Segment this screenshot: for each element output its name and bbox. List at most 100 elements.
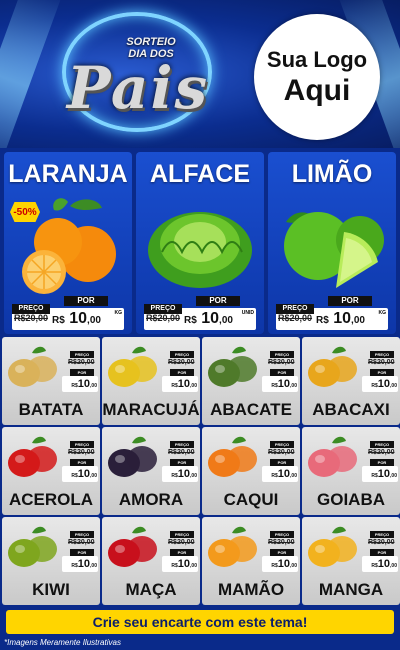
price-tag: R$20,00 R$ 10,00 KG PREÇO POR xyxy=(12,296,124,330)
product-name: KIWI xyxy=(32,580,70,599)
header-banner: SORTEIO DIA DOS Pais Sua Logo Aqui xyxy=(0,0,400,148)
price-integer: 10 xyxy=(77,558,91,570)
old-price: R$20,00 xyxy=(146,313,181,323)
price-decimal: ,00 xyxy=(90,473,97,479)
old-price: R$20,00 xyxy=(268,449,294,456)
current-price: R$10,00 xyxy=(162,556,198,572)
old-price-value: 20,00 xyxy=(376,359,395,366)
old-price: R$20,00 xyxy=(168,539,194,546)
currency-label: R$ xyxy=(168,359,177,366)
price-integer: 10 xyxy=(177,558,191,570)
price-tag: PREÇO R$20,00 POR R$10,00 xyxy=(362,441,398,487)
current-price: R$10,00 xyxy=(262,556,298,572)
avocado-icon xyxy=(208,346,257,387)
price-tag: PREÇO R$20,00 POR R$10,00 xyxy=(262,441,298,487)
product-name: BATATA xyxy=(18,400,84,419)
product-card[interactable]: PREÇO R$20,00 POR R$10,00 MANGA xyxy=(302,517,400,605)
por-label: POR xyxy=(370,549,394,556)
kiwi-icon xyxy=(8,526,57,567)
pineapple-icon xyxy=(308,346,357,387)
price-unit: KG xyxy=(378,310,387,316)
price-decimal: ,00 xyxy=(390,473,397,479)
preco-label: PREÇO xyxy=(370,441,394,448)
price-integer: 10 xyxy=(277,558,291,570)
price-tag: R$20,00 R$ 10,00 KG PREÇO POR xyxy=(276,296,388,330)
currency-label: R$ xyxy=(184,315,197,326)
product-card[interactable]: PREÇO R$20,00 POR R$10,00 MARACUJÁ xyxy=(102,337,200,425)
old-price-value: 20,00 xyxy=(376,449,395,456)
preco-label: PREÇO xyxy=(270,531,294,538)
product-name: MAMÃO xyxy=(217,580,285,599)
price-tag: PREÇO R$20,00 POR R$10,00 xyxy=(262,531,298,577)
preco-label: PREÇO xyxy=(12,304,50,314)
featured-card-limao[interactable]: LIMÃO R$20,00 R$ 10,00 KG PREÇO POR xyxy=(268,152,396,334)
price-decimal: ,00 xyxy=(390,383,397,389)
product-name: MANGA xyxy=(318,580,384,599)
guava-icon xyxy=(308,436,357,477)
price-unit: UNID xyxy=(241,310,254,316)
price-integer: 10 xyxy=(377,558,391,570)
product-card[interactable]: PREÇO R$20,00 POR R$10,00 KIWI xyxy=(2,517,100,605)
product-card[interactable]: PREÇO R$20,00 POR R$10,00 MAMÃO xyxy=(202,517,300,605)
current-price: R$10,00 xyxy=(62,556,98,572)
product-name: AMORA xyxy=(118,490,184,509)
logo-line1: Sua Logo xyxy=(266,47,368,72)
price-integer: 10 xyxy=(333,310,352,327)
cta-button[interactable]: Crie seu encarte com este tema! xyxy=(6,610,394,634)
por-label: POR xyxy=(170,369,194,376)
current-price: R$10,00 xyxy=(162,466,198,482)
product-card[interactable]: PREÇO R$20,00 POR R$10,00 CAQUI xyxy=(202,427,300,515)
promo-logo: SORTEIO DIA DOS Pais xyxy=(10,8,240,140)
product-name: GOIABA xyxy=(317,490,385,509)
currency-label: R$ xyxy=(368,359,377,366)
price-decimal: ,00 xyxy=(87,315,101,326)
currency-label: R$ xyxy=(368,449,377,456)
price-decimal: ,00 xyxy=(190,473,197,479)
current-price: R$10,00 xyxy=(362,466,398,482)
old-price: R$20,00 xyxy=(168,359,194,366)
por-label: POR xyxy=(370,369,394,376)
product-card[interactable]: PREÇO R$20,00 POR R$10,00 BATATA xyxy=(2,337,100,425)
old-price-value: 20,00 xyxy=(176,539,195,546)
price-decimal: ,00 xyxy=(90,383,97,389)
old-price-value: 20,00 xyxy=(76,539,95,546)
product-card[interactable]: PREÇO R$20,00 POR R$10,00 ABACATE xyxy=(202,337,300,425)
product-name: CAQUI xyxy=(223,490,279,509)
por-label: POR xyxy=(170,549,194,556)
acerola-icon xyxy=(8,436,57,477)
price-decimal: ,00 xyxy=(290,563,297,569)
por-label: POR xyxy=(270,369,294,376)
por-label: POR xyxy=(328,296,372,306)
currency-label: R$ xyxy=(268,539,277,546)
price-tag: PREÇO R$20,00 POR R$10,00 xyxy=(262,351,298,397)
price-integer: 10 xyxy=(177,378,191,390)
blackberry-icon xyxy=(108,436,157,477)
price-integer: 10 xyxy=(77,378,91,390)
preco-label: PREÇO xyxy=(144,304,182,314)
por-label: POR xyxy=(64,296,108,306)
price-integer: 10 xyxy=(201,310,220,327)
old-price: R$20,00 xyxy=(68,449,94,456)
old-price-value: 20,00 xyxy=(276,539,295,546)
product-card[interactable]: PREÇO R$20,00 POR R$10,00 AMORA xyxy=(102,427,200,515)
preco-label: PREÇO xyxy=(370,531,394,538)
price-tag: R$20,00 R$ 10,00 UNID PREÇO POR xyxy=(144,296,256,330)
price-integer: 10 xyxy=(277,378,291,390)
old-price: R$20,00 xyxy=(268,359,294,366)
currency-label: R$ xyxy=(268,449,277,456)
product-card[interactable]: PREÇO R$20,00 POR R$10,00 ABACAXI xyxy=(302,337,400,425)
product-card[interactable]: PREÇO R$20,00 POR R$10,00 ACEROLA xyxy=(2,427,100,515)
product-card[interactable]: PREÇO R$20,00 POR R$10,00 MAÇA xyxy=(102,517,200,605)
price-decimal: ,00 xyxy=(390,563,397,569)
price-unit: KG xyxy=(114,310,123,316)
currency-label: R$ xyxy=(268,359,277,366)
por-label: POR xyxy=(70,459,94,466)
featured-card-alface[interactable]: ALFACE R$20,00 R$ 10,00 UNID PREÇO POR xyxy=(136,152,264,334)
currency-label: R$ xyxy=(68,449,77,456)
product-card[interactable]: PREÇO R$20,00 POR R$10,00 GOIABA xyxy=(302,427,400,515)
papaya-icon xyxy=(208,526,257,567)
featured-card-laranja[interactable]: LARANJA -50% R$20,00 R$ 10,00 KG PREÇO P… xyxy=(4,152,132,334)
old-price: R$20,00 xyxy=(68,359,94,366)
preco-label: PREÇO xyxy=(370,351,394,358)
persimmon-icon xyxy=(208,436,257,477)
